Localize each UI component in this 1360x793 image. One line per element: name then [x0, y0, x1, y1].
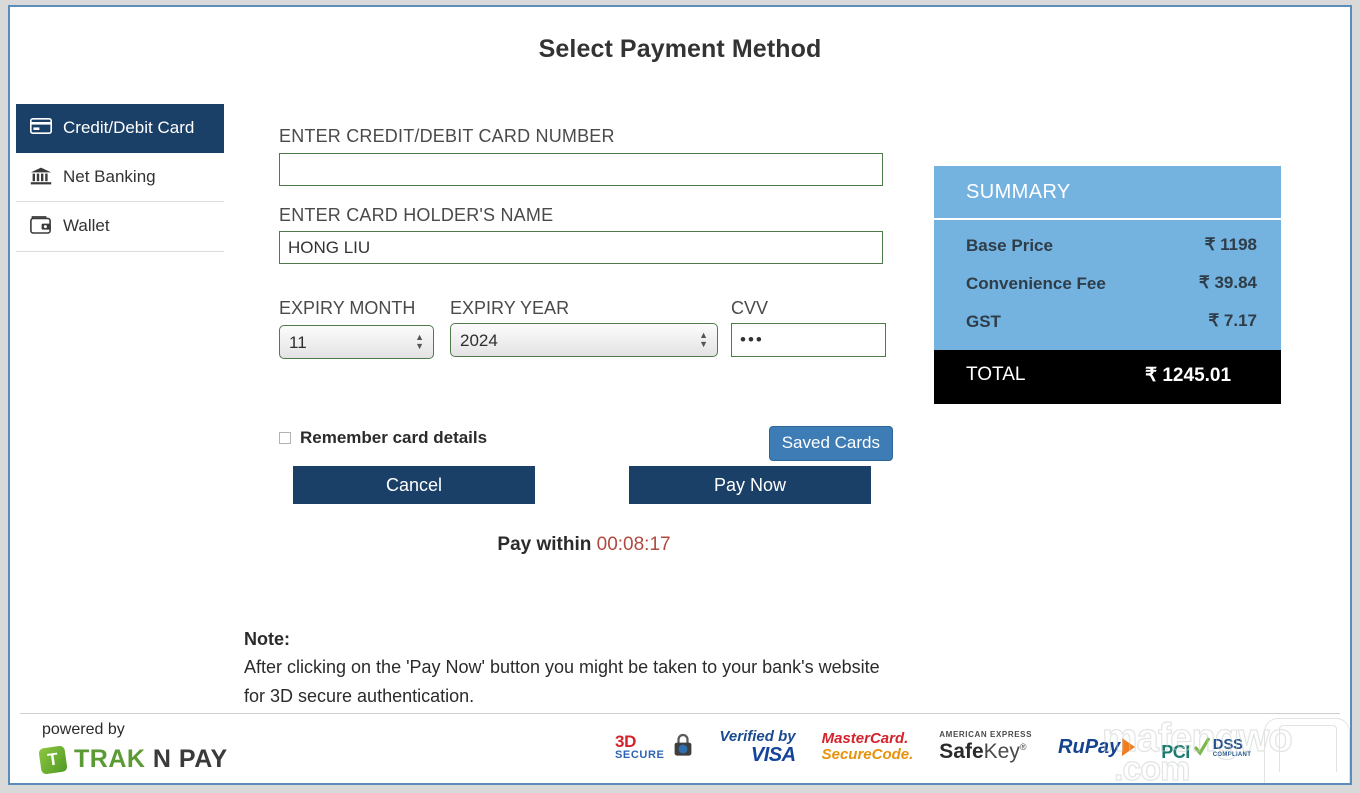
bank-icon	[30, 167, 54, 185]
badge-pci-line2: DSS	[1212, 735, 1243, 753]
summary-row-label: GST	[966, 311, 1001, 331]
sidebar-item-credit-debit-card[interactable]: Credit/Debit Card	[16, 104, 224, 153]
summary-row: Convenience Fee ₹ 39.84	[934, 265, 1281, 303]
cancel-button[interactable]: Cancel	[293, 466, 535, 504]
card-holder-input[interactable]	[279, 231, 883, 264]
card-number-label: ENTER CREDIT/DEBIT CARD NUMBER	[279, 126, 615, 146]
credit-card-icon	[30, 118, 54, 134]
summary-total-value: ₹ 1245.01	[1145, 365, 1232, 387]
payment-page-panel: Select Payment Method Credit/Debit Card	[8, 5, 1352, 785]
expiry-month-value: 11	[289, 332, 307, 352]
badge-pci-dss-compliant: PCI DSS COMPLIANT	[1161, 734, 1251, 761]
expiry-month-label: EXPIRY MONTH	[279, 298, 416, 318]
sidebar-item-wallet[interactable]: Wallet	[16, 202, 224, 252]
chevron-updown-icon: ▲ ▼	[699, 329, 708, 349]
expiry-cvv-row: EXPIRY MONTH 11 ▲ ▼ EXPIRY YEAR 2024 ▲ ▼ C…	[279, 295, 894, 385]
brand-part-pay: PAY	[178, 745, 228, 773]
summary-row-label: Base Price	[966, 236, 1053, 255]
remember-label: Remember card details	[300, 428, 488, 447]
sidebar-item-net-banking[interactable]: Net Banking	[16, 152, 224, 203]
badge-verified-by-visa: Verified by VISA	[719, 728, 796, 766]
expiry-month-group: EXPIRY MONTH 11 ▲ ▼	[279, 295, 439, 359]
badge-pci-line3: COMPLIANT	[1212, 751, 1252, 758]
remember-checkbox[interactable]	[279, 432, 291, 444]
page-title: Select Payment Method	[538, 35, 822, 63]
badge-mc-line2: SecureCode.	[821, 746, 914, 764]
summary-row-value: ₹ 7.17	[1208, 310, 1257, 330]
payment-method-sidebar: Credit/Debit Card Net Banking Wallet	[16, 104, 224, 252]
payment-timer: Pay within 00:08:17	[279, 534, 889, 556]
expiry-year-label: EXPIRY YEAR	[450, 298, 570, 318]
checkmark-icon	[1193, 736, 1211, 758]
summary-row-value: ₹ 39.84	[1198, 272, 1257, 292]
watermark-logo-icon	[1264, 718, 1350, 783]
rupay-arrow-icon	[1122, 738, 1136, 757]
remember-row: Remember card details Saved Cards	[279, 426, 893, 461]
summary-total-row: TOTAL ₹ 1245.01	[934, 350, 1281, 404]
badge-pci-line1: PCI	[1161, 741, 1190, 762]
badge-mastercard-securecode: MasterCard. SecureCode.	[821, 729, 914, 764]
lock-icon	[673, 732, 693, 762]
saved-cards-button[interactable]: Saved Cards	[768, 426, 893, 461]
badge-amex-line1: AMERICAN EXPRESS	[939, 730, 1033, 740]
badge-rupay-text: RuPay	[1058, 735, 1121, 758]
note-heading: Note:	[244, 629, 290, 649]
cvv-group: CVV	[731, 295, 891, 357]
sidebar-item-label: Net Banking	[63, 166, 156, 186]
card-holder-label: ENTER CARD HOLDER'S NAME	[279, 204, 554, 225]
summary-total-label: TOTAL	[966, 364, 1026, 386]
remember-card-details-control[interactable]: Remember card details	[279, 428, 487, 448]
powered-by-label: powered by	[42, 721, 125, 738]
card-number-input[interactable]	[279, 152, 883, 186]
summary-row: Base Price ₹ 1198	[934, 227, 1281, 265]
trak-mark-icon: T	[38, 744, 68, 775]
badge-amex-key: Key	[983, 740, 1020, 764]
badge-visa-line1: Verified by	[719, 728, 796, 745]
badge-amex-safe: Safe	[939, 740, 984, 764]
summary-rows: Base Price ₹ 1198 Convenience Fee ₹ 39.8…	[934, 220, 1281, 351]
card-form: ENTER CREDIT/DEBIT CARD NUMBER ENTER CAR…	[279, 125, 889, 264]
brand-part-n: N	[152, 745, 172, 773]
brand-part-trak: TRAK	[74, 745, 146, 773]
expiry-year-select[interactable]: 2024 ▲ ▼	[450, 322, 718, 357]
timer-label: Pay within	[497, 534, 592, 555]
note-block: Note: After clicking on the 'Pay Now' bu…	[244, 625, 904, 710]
summary-heading: SUMMARY	[934, 166, 1281, 220]
cvv-label: CVV	[731, 298, 769, 318]
sidebar-item-label: Credit/Debit Card	[63, 118, 195, 137]
expiry-month-select[interactable]: 11 ▲ ▼	[279, 324, 434, 359]
summary-row-label: Convenience Fee	[966, 273, 1106, 293]
summary-panel: SUMMARY Base Price ₹ 1198 Convenience Fe…	[934, 166, 1281, 404]
pay-now-button[interactable]: Pay Now	[629, 466, 871, 504]
badge-3d-line2: SECURE	[615, 749, 665, 762]
cvv-input[interactable]	[731, 322, 886, 357]
expiry-year-group: EXPIRY YEAR 2024 ▲ ▼	[450, 295, 720, 357]
summary-row: GST ₹ 7.17	[934, 303, 1281, 341]
expiry-year-value: 2024	[460, 330, 498, 350]
badge-3d-line1: 3D	[615, 732, 637, 752]
trak-n-pay-logo: T TRAK N PAY	[38, 744, 228, 775]
action-button-row: Cancel Pay Now	[293, 466, 871, 506]
badge-3d-secure: 3D SECURE	[615, 732, 693, 762]
note-body: After clicking on the 'Pay Now' button y…	[244, 657, 880, 706]
wallet-icon	[30, 216, 54, 235]
sidebar-item-label: Wallet	[63, 216, 110, 236]
chevron-updown-icon: ▲ ▼	[415, 331, 424, 351]
badge-mc-line1: MasterCard.	[821, 729, 909, 747]
timer-value: 00:08:17	[596, 534, 671, 555]
footer-divider	[20, 713, 1340, 714]
security-badges: 3D SECURE Verified by VISA MasterCard. S…	[615, 729, 1251, 766]
badge-rupay: RuPay	[1058, 735, 1136, 759]
badge-amex-safekey: AMERICAN EXPRESS SafeKey®	[939, 730, 1033, 764]
summary-row-value: ₹ 1198	[1204, 235, 1257, 254]
badge-visa-line2: VISA	[750, 743, 796, 766]
